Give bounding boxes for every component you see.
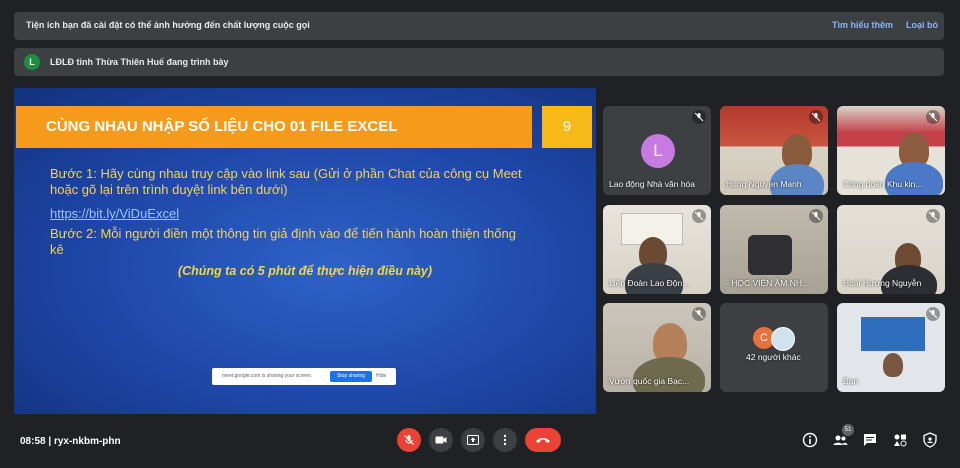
camera-toggle-button[interactable] bbox=[429, 428, 453, 452]
participant-name: Hung Nguyen Manh bbox=[726, 179, 802, 189]
participant-name: Vườn quốc gia Bạc... bbox=[609, 376, 690, 386]
mic-muted-icon bbox=[692, 110, 706, 124]
participant-tile[interactable]: L Lao động Nhà văn hóa bbox=[603, 106, 711, 195]
meeting-details-icon[interactable] bbox=[802, 432, 818, 448]
mic-toggle-button[interactable] bbox=[397, 428, 421, 452]
participant-avatar: L bbox=[641, 134, 675, 168]
chat-icon[interactable] bbox=[862, 432, 878, 448]
extension-warning-text: Tiện ích bạn đã cài đặt có thể ảnh hưởng… bbox=[26, 20, 310, 30]
info-separator: | bbox=[48, 436, 52, 447]
mic-muted-icon bbox=[809, 110, 823, 124]
dismiss-link[interactable]: Loại bỏ bbox=[906, 20, 938, 30]
participant-tile[interactable]: Hoài Hương Nguyễn bbox=[837, 205, 945, 294]
slide-number: 9 bbox=[542, 106, 592, 148]
people-count-badge: 51 bbox=[842, 424, 854, 436]
slide-note: (Chúng ta có 5 phút để thực hiện điều nà… bbox=[177, 264, 433, 278]
presenting-banner: L LĐLĐ tỉnh Thừa Thiên Huế đang trình bà… bbox=[14, 48, 944, 76]
slide-title: CÙNG NHAU NHẬP SỐ LIỆU CHO 01 FILE EXCEL bbox=[46, 118, 398, 135]
participant-name: Hoài Hương Nguyễn bbox=[843, 278, 922, 288]
present-button[interactable] bbox=[461, 428, 485, 452]
slide-link: https://bit.ly/ViDuExcel bbox=[50, 206, 180, 221]
presenting-text: LĐLĐ tỉnh Thừa Thiên Huế đang trình bày bbox=[50, 57, 229, 67]
meeting-time: 08:58 bbox=[20, 436, 46, 447]
participant-name: - HỌC VIỆN ÂM NH... bbox=[726, 278, 810, 288]
more-options-button[interactable] bbox=[493, 428, 517, 452]
participant-photo-avatar bbox=[771, 327, 795, 351]
mic-muted-icon bbox=[926, 110, 940, 124]
mic-muted-icon bbox=[809, 209, 823, 223]
meeting-info: 08:58 | ryx-nkbm-phn bbox=[20, 436, 121, 447]
office-chair bbox=[748, 235, 792, 275]
leave-call-button[interactable] bbox=[525, 428, 561, 452]
banner-backdrop bbox=[861, 317, 925, 351]
mic-muted-icon bbox=[692, 307, 706, 321]
participant-tile[interactable]: - HỌC VIỆN ÂM NH... bbox=[720, 205, 828, 294]
more-vert-icon bbox=[503, 434, 507, 446]
meeting-code: ryx-nkbm-phn bbox=[53, 436, 121, 447]
participant-name: 42 người khác bbox=[746, 352, 801, 362]
hang-up-icon bbox=[536, 438, 550, 443]
slide-step-2: Bước 2: Mỗi người điền một thông tin giả… bbox=[50, 226, 516, 257]
participant-name: Bạn bbox=[843, 376, 859, 386]
mic-muted-icon bbox=[926, 209, 940, 223]
present-screen-icon bbox=[467, 435, 479, 445]
camera-icon bbox=[435, 436, 447, 444]
hide-share-bar-button[interactable]: Hide bbox=[376, 373, 386, 379]
extension-warning-bar: Tiện ích bạn đã cài đặt có thể ảnh hưởng… bbox=[14, 12, 944, 40]
shared-screen: CÙNG NHAU NHẬP SỐ LIỆU CHO 01 FILE EXCEL… bbox=[14, 88, 596, 414]
mic-off-icon bbox=[404, 435, 414, 445]
meeting-controls-bar: 08:58 | ryx-nkbm-phn 51 bbox=[0, 424, 960, 468]
share-status-text: meet.google.com is sharing your screen. bbox=[222, 373, 313, 379]
host-controls-icon[interactable] bbox=[922, 432, 938, 448]
activities-icon[interactable] bbox=[892, 432, 908, 448]
participant-tile[interactable]: Liên Đoàn Lao Độn... bbox=[603, 205, 711, 294]
participant-tile-self[interactable]: Bạn bbox=[837, 303, 945, 392]
participant-tile[interactable]: Công đoàn Khu kin... bbox=[837, 106, 945, 195]
stop-sharing-button[interactable]: Stop sharing bbox=[330, 371, 372, 382]
participant-tile-more[interactable]: C 42 người khác bbox=[720, 303, 828, 392]
participant-tile[interactable]: Vườn quốc gia Bạc... bbox=[603, 303, 711, 392]
mic-muted-icon bbox=[926, 307, 940, 321]
participant-name: Liên Đoàn Lao Độn... bbox=[609, 278, 690, 288]
participant-person bbox=[883, 353, 903, 377]
screen-share-bar: meet.google.com is sharing your screen. … bbox=[212, 368, 396, 385]
slide-title-bar: CÙNG NHAU NHẬP SỐ LIỆU CHO 01 FILE EXCEL bbox=[16, 106, 532, 148]
participant-name: Công đoàn Khu kin... bbox=[843, 179, 923, 189]
slide-step-1: Bước 1: Hãy cùng nhau truy cập vào link … bbox=[50, 166, 522, 197]
mic-muted-icon bbox=[692, 209, 706, 223]
presenter-avatar: L bbox=[24, 54, 40, 70]
participant-name: Lao động Nhà văn hóa bbox=[609, 179, 696, 189]
participant-tile[interactable]: Hung Nguyen Manh bbox=[720, 106, 828, 195]
learn-more-link[interactable]: Tìm hiểu thêm bbox=[832, 20, 893, 30]
